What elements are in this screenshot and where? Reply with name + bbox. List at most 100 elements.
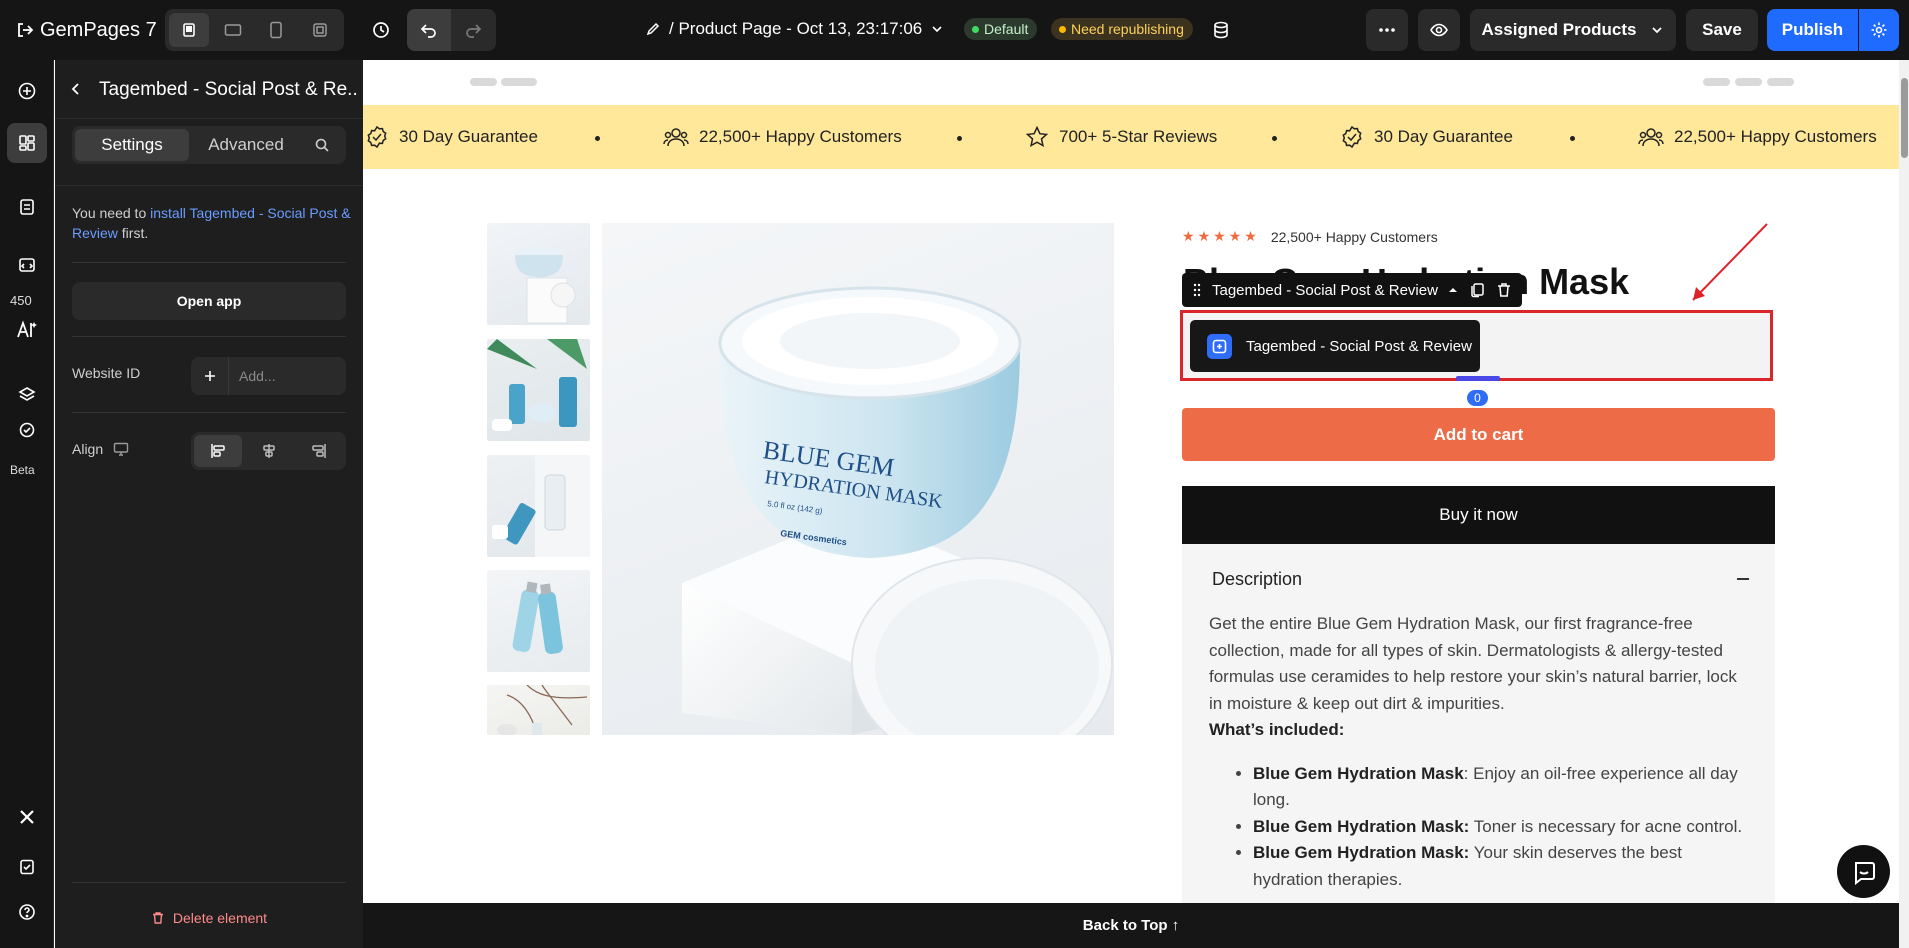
mobile-icon[interactable] (257, 13, 297, 47)
divider (55, 185, 363, 186)
ribbon-item: 700+ 5-Star Reviews (1025, 125, 1217, 149)
ai-icon[interactable] (7, 310, 47, 350)
element-toolbar-label[interactable]: Tagembed - Social Post & Review (1212, 282, 1438, 299)
history-icon[interactable] (363, 12, 399, 48)
status-badge-republish: Need republishing (1051, 18, 1193, 40)
open-app-button[interactable]: Open app (72, 282, 346, 320)
device-monitor-icon (113, 442, 129, 456)
publish-button[interactable]: Publish (1767, 9, 1858, 51)
delete-element-button[interactable]: Delete element (72, 910, 346, 926)
trash-icon[interactable] (1496, 282, 1512, 298)
device-switcher (165, 9, 344, 51)
align-row-label: Align (72, 441, 129, 457)
undo-icon[interactable] (407, 9, 451, 51)
chevron-down-icon (1652, 27, 1663, 34)
beta-label: Beta (10, 463, 35, 477)
sync-icon[interactable] (7, 410, 47, 450)
description-heading[interactable]: Description (1212, 569, 1302, 590)
tagembed-app-placeholder[interactable]: Tagembed - Social Post & Review (1190, 320, 1480, 372)
product-thumbnail[interactable] (487, 339, 590, 441)
ribbon-label: 22,500+ Happy Customers (699, 127, 902, 146)
panel-header: Tagembed - Social Post & Re... (55, 60, 363, 118)
caret-up-icon[interactable] (1448, 286, 1458, 294)
rating-stars-icon: ★ ★ ★ ★ ★ (1182, 228, 1257, 244)
header-placeholder (470, 78, 497, 86)
database-icon[interactable] (1203, 12, 1239, 48)
ribbon-label: 22,500+ Happy Customers (1674, 127, 1877, 146)
tab-advanced[interactable]: Advanced (189, 129, 303, 161)
help-icon[interactable] (7, 892, 47, 932)
website-id-field[interactable]: Add... (191, 357, 346, 395)
pages-icon[interactable] (7, 187, 47, 227)
search-icon[interactable] (303, 129, 341, 161)
delete-element-label: Delete element (172, 910, 268, 926)
product-thumbnail[interactable] (487, 223, 590, 325)
tab-settings[interactable]: Settings (75, 129, 189, 161)
code-icon[interactable] (7, 245, 47, 285)
plus-icon[interactable] (191, 357, 229, 395)
rating-row: ★ ★ ★ ★ ★ 22,500+ Happy Customers (1182, 228, 1438, 245)
layers-grid-icon[interactable] (7, 123, 47, 163)
stack-icon[interactable] (7, 375, 47, 415)
settings-panel: Tagembed - Social Post & Re... Settings … (55, 60, 363, 948)
ribbon-item: 22,500+ Happy Customers (1638, 125, 1877, 149)
responsive-icon[interactable] (300, 13, 340, 47)
product-thumbnail[interactable] (487, 455, 590, 557)
brand-name: GemPages 7 (40, 19, 157, 41)
top-bar: GemPages 7 / Product Page - Oct 13, 23:1… (0, 0, 1909, 60)
collapse-minus-icon[interactable] (1737, 578, 1749, 580)
add-element-icon[interactable] (7, 71, 47, 111)
canvas-scrollbar[interactable] (1899, 60, 1909, 948)
ribbon-separator (1570, 136, 1575, 141)
rating-text: 22,500+ Happy Customers (1270, 228, 1438, 245)
more-options-icon[interactable] (1366, 9, 1408, 51)
trash-icon (152, 912, 163, 924)
align-right-icon[interactable] (295, 435, 343, 467)
notice-prefix: You need to (72, 205, 151, 221)
save-button[interactable]: Save (1686, 9, 1758, 51)
back-to-top-bar[interactable]: Back to Top ↑ (363, 903, 1899, 948)
product-main-image[interactable]: BLUE GEM HYDRATION MASK 5.0 fl oz (142 g… (602, 223, 1114, 735)
scrollbar-thumb[interactable] (1901, 78, 1908, 158)
checklist-icon[interactable] (7, 847, 47, 887)
publish-settings-gear-icon[interactable] (1859, 9, 1899, 51)
undo-redo-group (407, 9, 496, 51)
product-thumbnail[interactable] (487, 570, 590, 672)
selected-element-outline[interactable]: Tagembed - Social Post & Review (1180, 310, 1773, 381)
star-outline-icon (1025, 125, 1049, 147)
exit-icon[interactable] (12, 17, 38, 43)
back-arrow-icon[interactable] (66, 79, 86, 99)
header-placeholder (1767, 78, 1794, 86)
users-icon (1638, 128, 1664, 147)
list-item: Blue Gem Hydration Mask: Enjoy an oil-fr… (1253, 761, 1749, 814)
drag-handle-icon[interactable] (1192, 283, 1202, 297)
page-title[interactable]: / Product Page - Oct 13, 23:17:06 (645, 19, 944, 39)
chat-bubble-icon[interactable] (1837, 845, 1890, 898)
desktop-icon[interactable] (169, 13, 209, 47)
tablet-landscape-icon[interactable] (213, 13, 253, 47)
spacing-badge: 0 (1467, 390, 1488, 406)
assigned-products-button[interactable]: Assigned Products (1470, 9, 1676, 51)
annotation-arrow-icon (1692, 223, 1768, 301)
product-thumbnail[interactable] (487, 685, 590, 735)
badge-republish-label: Need republishing (1071, 21, 1184, 37)
align-center-icon[interactable] (245, 435, 293, 467)
list-item: Blue Gem Hydration Mask: Your skin deser… (1253, 840, 1749, 893)
divider (72, 882, 346, 883)
ribbon-label: 30 Day Guarantee (399, 127, 538, 146)
page-title-text: / Product Page - Oct 13, 23:17:06 (669, 19, 923, 38)
ribbon-separator (1272, 136, 1277, 141)
align-left-icon[interactable] (194, 435, 242, 467)
resize-handle[interactable] (1456, 376, 1500, 381)
preview-eye-icon[interactable] (1418, 9, 1460, 51)
header-placeholder (1703, 78, 1730, 86)
panel-title: Tagembed - Social Post & Re... (99, 79, 359, 100)
website-id-label: Website ID (72, 365, 141, 381)
buy-now-button[interactable]: Buy it now (1182, 486, 1775, 544)
ribbon-label: 30 Day Guarantee (1374, 127, 1513, 146)
x-logo-icon[interactable] (7, 797, 47, 837)
header-placeholder (1735, 78, 1762, 86)
redo-icon[interactable] (451, 9, 495, 51)
duplicate-icon[interactable] (1468, 282, 1486, 298)
add-to-cart-button[interactable]: Add to cart (1182, 408, 1775, 461)
